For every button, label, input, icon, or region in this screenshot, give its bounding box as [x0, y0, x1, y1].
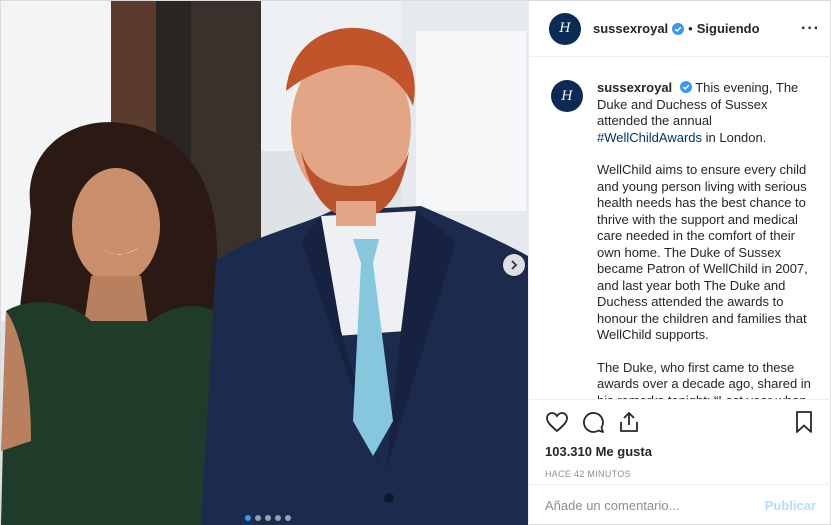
- carousel-dot: [265, 515, 271, 521]
- chevron-right-icon: [511, 260, 518, 270]
- share-icon[interactable]: [617, 410, 641, 434]
- post-photo[interactable]: [1, 1, 528, 525]
- caption-comment: H sussexroyal This evening, The Duke and…: [551, 80, 814, 399]
- avatar[interactable]: H: [551, 80, 583, 112]
- carousel-dot: [245, 515, 251, 521]
- carousel-dot: [275, 515, 281, 521]
- post-timestamp[interactable]: HACE 42 MINUTOS: [545, 469, 816, 479]
- separator-dot: •: [688, 21, 693, 36]
- comment-icon[interactable]: [581, 410, 605, 434]
- verified-badge-icon: [679, 81, 692, 93]
- action-bar: [545, 400, 816, 444]
- post-photo-image: [1, 1, 528, 525]
- caption-paragraph-2: WellChild aims to ensure every child and…: [597, 162, 808, 342]
- caption-text: sussexroyal This evening, The Duke and D…: [597, 80, 811, 399]
- heart-icon[interactable]: [545, 410, 569, 434]
- caption-username[interactable]: sussexroyal: [597, 80, 672, 95]
- post-actions-section: 103.310 Me gusta HACE 42 MINUTOS: [529, 399, 831, 479]
- avatar[interactable]: H: [549, 12, 581, 45]
- carousel-dot: [285, 515, 291, 521]
- carousel-indicator: [245, 515, 291, 521]
- add-comment-bar: Publicar: [529, 484, 831, 525]
- username-link[interactable]: sussexroyal: [593, 21, 668, 36]
- verified-badge-icon: [672, 22, 685, 35]
- publish-button[interactable]: Publicar: [765, 498, 816, 513]
- instagram-post: H sussexroyal • Siguiendo ··· H sussexro…: [0, 0, 831, 525]
- caption-paragraph-1-tail: in London.: [702, 129, 767, 145]
- bookmark-icon[interactable]: [792, 410, 816, 434]
- caption-area: H sussexroyal This evening, The Duke and…: [529, 58, 831, 399]
- more-options-icon[interactable]: ···: [801, 20, 820, 38]
- post-header: H sussexroyal • Siguiendo ···: [529, 1, 831, 57]
- caption-paragraph-3: The Duke, who first came to these awards…: [597, 359, 811, 400]
- hashtag-link[interactable]: #WellChildAwards: [597, 130, 702, 145]
- carousel-next-button[interactable]: [503, 254, 525, 276]
- following-button[interactable]: Siguiendo: [697, 21, 760, 36]
- avatar-monogram: H: [559, 21, 571, 36]
- comment-input[interactable]: [545, 498, 765, 513]
- likes-count[interactable]: 103.310 Me gusta: [545, 444, 816, 459]
- carousel-dot: [255, 515, 261, 521]
- avatar-monogram: H: [561, 88, 573, 104]
- post-side-panel: H sussexroyal • Siguiendo ··· H sussexro…: [528, 1, 831, 525]
